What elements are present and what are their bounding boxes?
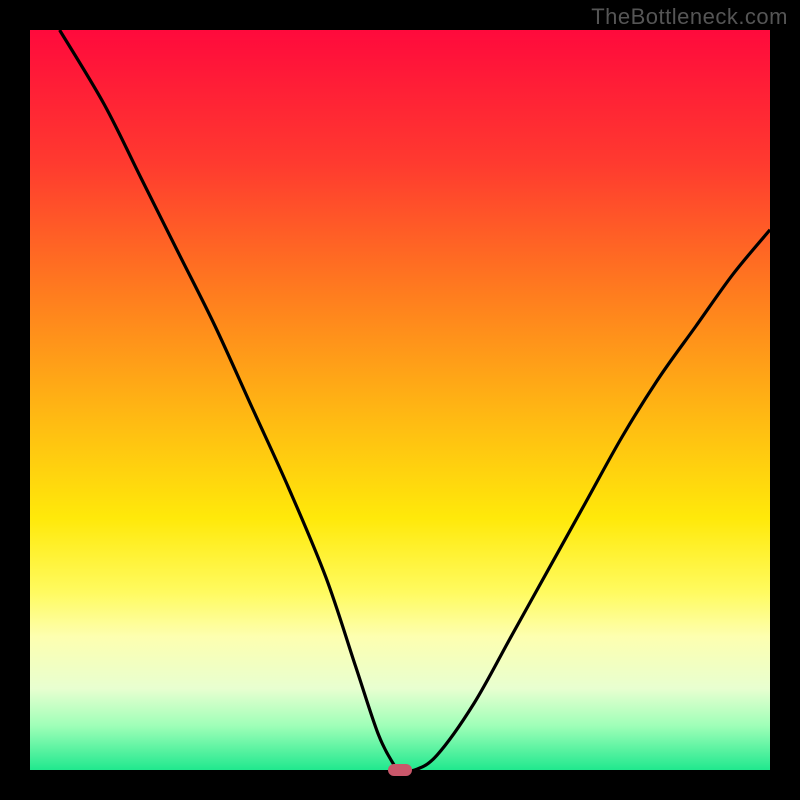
watermark-text: TheBottleneck.com [591,4,788,30]
optimal-marker [388,764,412,776]
curve-path [60,30,770,770]
plot-area [30,30,770,770]
bottleneck-curve [30,30,770,770]
chart-frame: TheBottleneck.com [0,0,800,800]
